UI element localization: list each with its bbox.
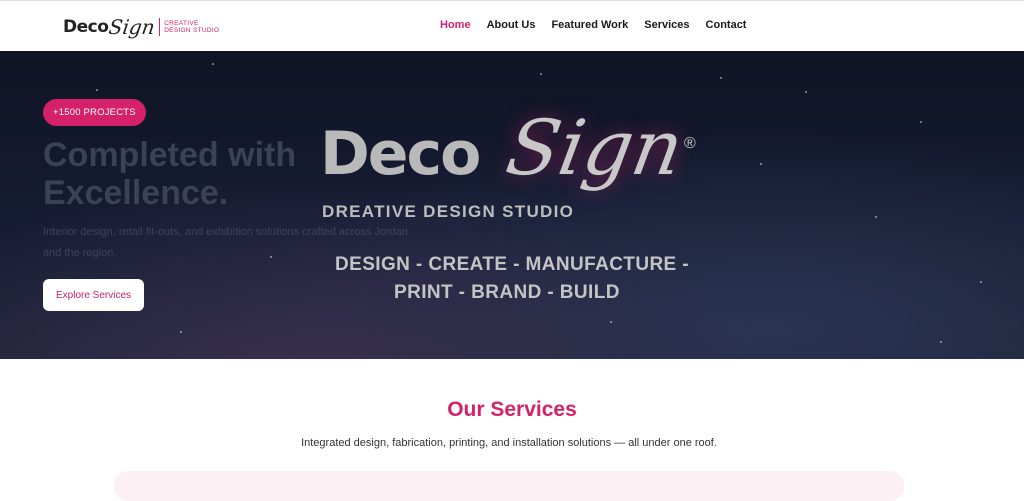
nav-link-contact[interactable]: Contact [706, 19, 747, 31]
services-card [114, 471, 904, 501]
logo-divider [159, 18, 161, 36]
brand-slogan-line1: DESIGN - CREATE - MANUFACTURE - [335, 254, 690, 275]
services-description: Integrated design, fabrication, printing… [301, 437, 717, 449]
brand-slogan-line2: PRINT - BRAND - BUILD [394, 282, 620, 303]
nav-link-about-us[interactable]: About Us [487, 19, 536, 31]
main-nav: Home About Us Featured Work Services Con… [440, 19, 762, 31]
hero-title-line2: Excellence. [43, 174, 229, 212]
star-decoration [920, 121, 922, 123]
explore-services-button[interactable]: Explore Services [43, 279, 144, 311]
star-decoration [940, 341, 942, 343]
star-decoration [610, 321, 612, 323]
services-heading: Our Services [447, 398, 577, 421]
star-decoration [96, 89, 98, 91]
star-decoration [875, 216, 877, 218]
star-decoration [720, 77, 722, 79]
hero-title-line1: Completed with [43, 136, 297, 174]
nav-link-featured-work[interactable]: Featured Work [551, 19, 628, 31]
hero-brand-logo: Deco Sign ® DREATIVE DESIGN STUDIO DESIG… [320, 103, 720, 307]
logo-tagline-line1: CREATIVE [164, 19, 199, 27]
site-logo[interactable]: Deco Sign CREATIVE DESIGN STUDIO [63, 10, 219, 44]
site-header: Deco Sign CREATIVE DESIGN STUDIO Home Ab… [0, 0, 1024, 51]
registered-mark: ® [684, 135, 696, 152]
logo-deco-text: Deco [63, 17, 109, 37]
star-decoration [540, 73, 542, 75]
star-decoration [760, 163, 762, 165]
logo-sign-text: Sign [107, 15, 157, 39]
star-decoration [212, 63, 214, 65]
logo-tagline-line2: DESIGN STUDIO [164, 27, 220, 34]
star-decoration [180, 331, 182, 333]
projects-badge: +1500 PROJECTS [43, 99, 146, 126]
brand-studio-text: DREATIVE DESIGN STUDIO [322, 202, 575, 221]
brand-sign-text: Sign [500, 103, 690, 192]
star-decoration [980, 281, 982, 283]
nav-link-services[interactable]: Services [644, 19, 689, 31]
star-decoration [805, 91, 807, 93]
logo-tagline: CREATIVE DESIGN STUDIO [164, 20, 219, 35]
hero-title: Completed with Excellence. [43, 136, 296, 212]
brand-deco-text: Deco [320, 119, 481, 189]
nav-link-home[interactable]: Home [440, 19, 471, 31]
hero-section: +1500 PROJECTS Completed with Excellence… [0, 51, 1024, 359]
